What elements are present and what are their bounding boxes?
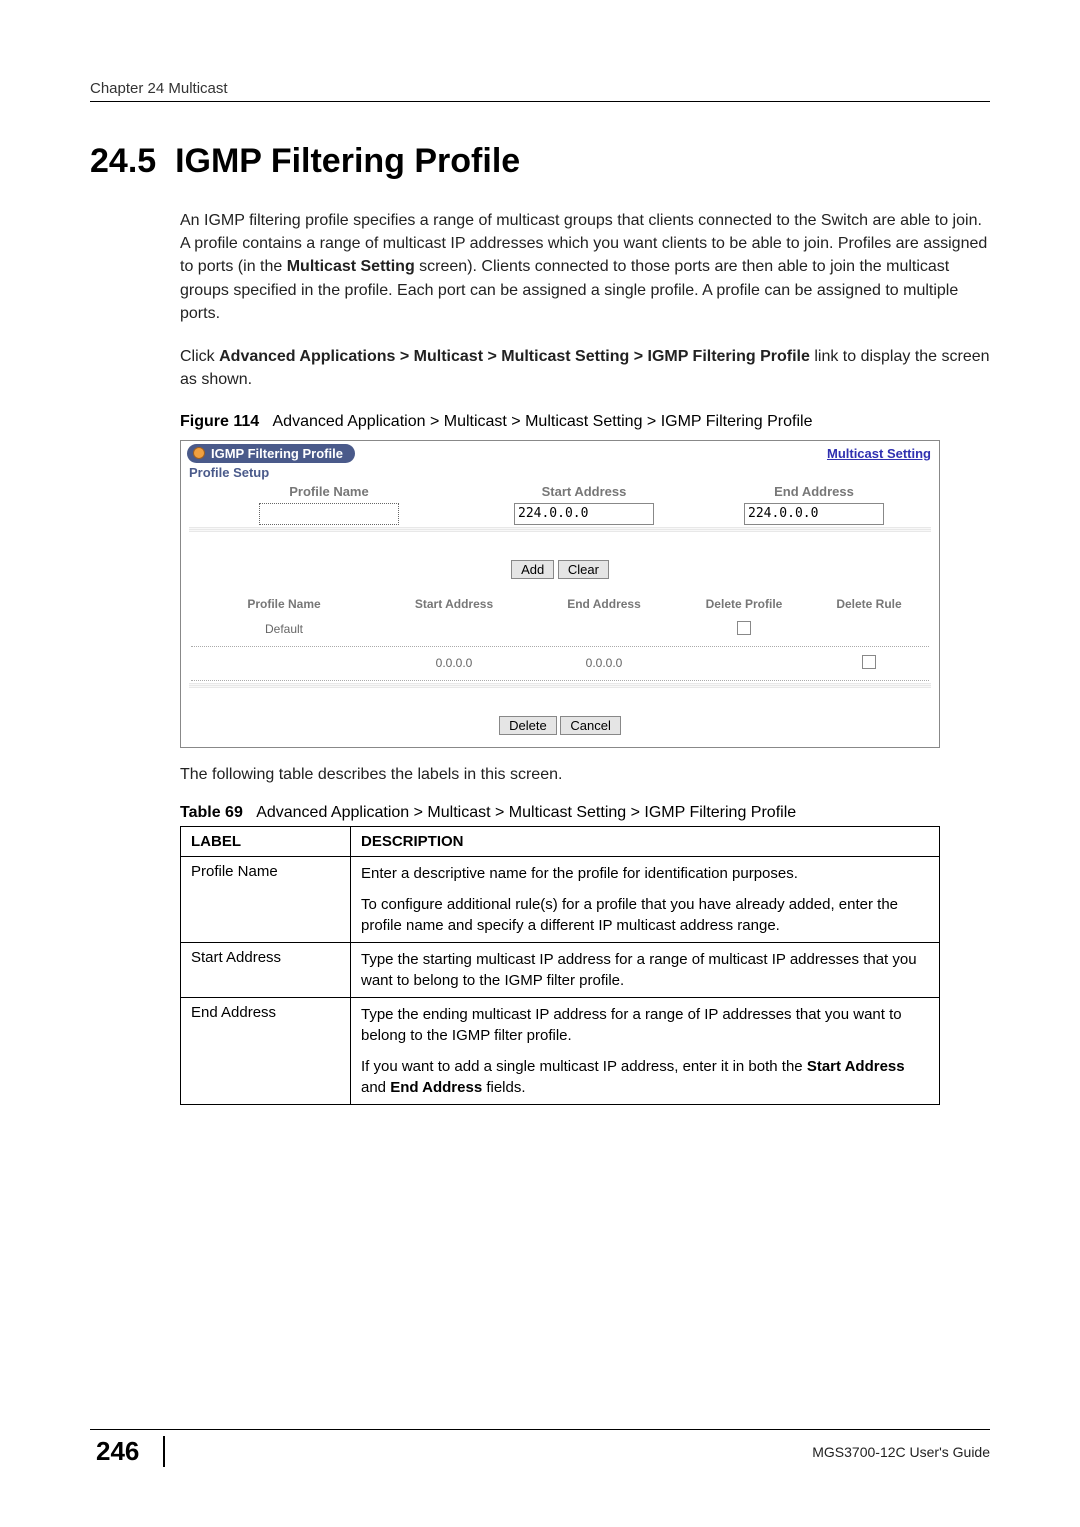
screenshot-figure: IGMP Filtering Profile Multicast Setting… [180, 440, 940, 748]
profile-name-header: Profile Name [189, 484, 469, 499]
pill-dot-icon [193, 447, 205, 459]
page-number: 246 [90, 1436, 145, 1466]
panel-title-pill: IGMP Filtering Profile [187, 444, 355, 463]
cell-end-address-desc: Type the ending multicast IP address for… [351, 998, 940, 1105]
chapter-header: Chapter 24 Multicast [90, 80, 990, 97]
delete-profile-checkbox[interactable] [737, 621, 751, 635]
form-header-row: Profile Name Start Address End Address [181, 482, 939, 501]
cell-end-address-label: End Address [181, 998, 351, 1105]
th-profile-name: Profile Name [189, 597, 379, 611]
section-heading: IGMP Filtering Profile [175, 142, 520, 180]
table-row: Start Address Type the starting multicas… [181, 943, 940, 998]
cell-end-0: 0.0.0.0 [529, 656, 679, 670]
header-rule [90, 101, 990, 102]
delete-button[interactable]: Delete [499, 716, 557, 735]
table-label: Table 69 [180, 804, 243, 821]
nav-path-bold: Advanced Applications > Multicast > Mult… [219, 348, 810, 365]
table-caption-text: Advanced Application > Multicast > Multi… [256, 804, 796, 821]
multicast-setting-link[interactable]: Multicast Setting [827, 446, 931, 461]
dotted-divider [191, 646, 929, 647]
start-address-header: Start Address [469, 484, 699, 499]
cancel-button[interactable]: Cancel [560, 716, 620, 735]
result-table-header: Profile Name Start Address End Address D… [181, 591, 939, 615]
footer-rule [90, 1429, 990, 1430]
form-input-row [181, 501, 939, 527]
end-address-bold: End Address [390, 1079, 482, 1096]
figure-caption-text: Advanced Application > Multicast > Multi… [273, 413, 813, 430]
profile-name-input[interactable] [259, 503, 399, 525]
multicast-setting-bold: Multicast Setting [287, 258, 415, 275]
screenshot-header: IGMP Filtering Profile Multicast Setting [181, 441, 939, 463]
table-row: Profile Name Enter a descriptive name fo… [181, 857, 940, 943]
delete-rule-checkbox[interactable] [862, 655, 876, 669]
figure-caption: Figure 114 Advanced Application > Multic… [180, 411, 990, 433]
figure-label: Figure 114 [180, 413, 259, 430]
th-delete-profile: Delete Profile [679, 597, 809, 611]
table-row: 0.0.0.0 0.0.0.0 [181, 649, 939, 678]
delete-cancel-row: Delete Cancel [181, 688, 939, 747]
table-row: End Address Type the ending multicast IP… [181, 998, 940, 1105]
add-clear-row: Add Clear [181, 532, 939, 591]
th-start-address: Start Address [379, 597, 529, 611]
th-delete-rule: Delete Rule [809, 597, 929, 611]
end-address-header: End Address [699, 484, 929, 499]
guide-name: MGS3700-12C User's Guide [812, 1444, 990, 1460]
dotted-divider [191, 680, 929, 681]
page-number-box: 246 [90, 1436, 165, 1467]
section-number: 24.5 [90, 142, 156, 180]
paragraph-1: An IGMP filtering profile specifies a ra… [180, 209, 990, 325]
clear-button[interactable]: Clear [558, 560, 609, 579]
cell-profile-name-label: Profile Name [181, 857, 351, 943]
cell-start-address-desc: Type the starting multicast IP address f… [351, 943, 940, 998]
pill-title: IGMP Filtering Profile [211, 446, 343, 461]
th-end-address: End Address [529, 597, 679, 611]
add-button[interactable]: Add [511, 560, 554, 579]
table-row: Default [181, 615, 939, 644]
section-title: 24.5 IGMP Filtering Profile [90, 142, 990, 181]
cell-default-name: Default [189, 622, 379, 636]
th-label: LABEL [181, 827, 351, 857]
paragraph-2: Click Advanced Applications > Multicast … [180, 345, 990, 391]
cell-profile-name-desc: Enter a descriptive name for the profile… [351, 857, 940, 943]
end-address-input[interactable] [744, 503, 884, 525]
start-address-input[interactable] [514, 503, 654, 525]
cell-start-0: 0.0.0.0 [379, 656, 529, 670]
table-caption: Table 69 Advanced Application > Multicas… [180, 802, 990, 824]
cell-start-address-label: Start Address [181, 943, 351, 998]
page-footer: 246 MGS3700-12C User's Guide [90, 1429, 990, 1467]
post-figure-text: The following table describes the labels… [180, 766, 990, 784]
start-address-bold: Start Address [807, 1058, 905, 1075]
th-description: DESCRIPTION [351, 827, 940, 857]
description-table: LABEL DESCRIPTION Profile Name Enter a d… [180, 826, 940, 1105]
profile-setup-label: Profile Setup [181, 463, 939, 482]
